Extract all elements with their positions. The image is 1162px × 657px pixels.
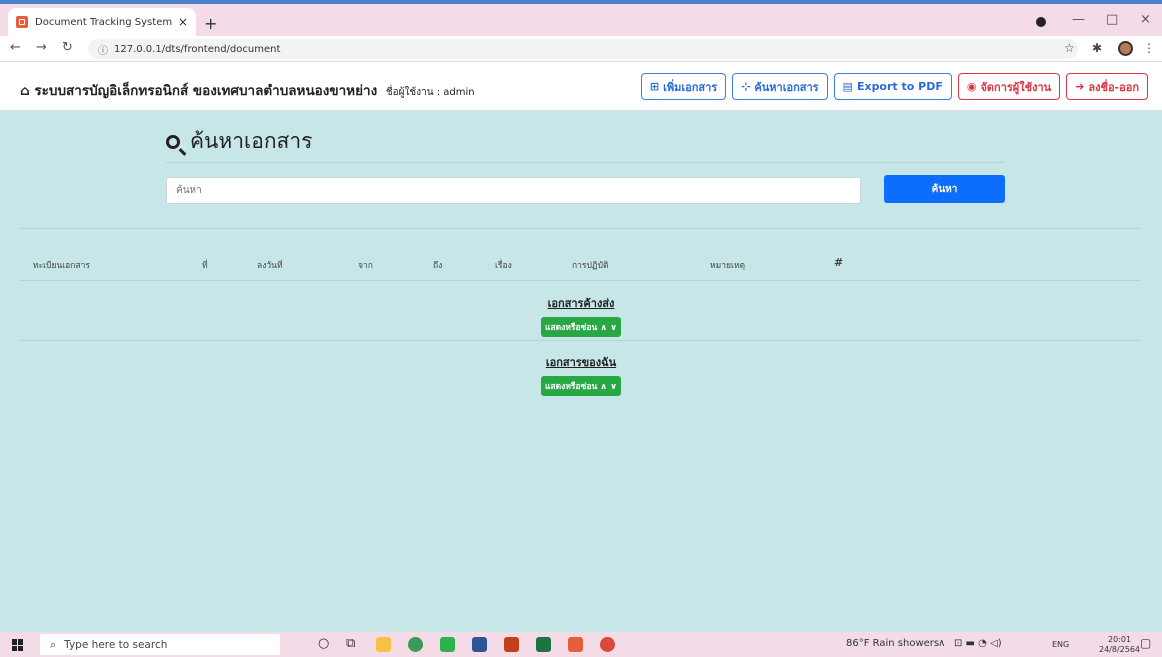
browser-tab[interactable]: Document Tracking System 1.0 × xyxy=(8,8,196,36)
browser-tab-strip: Document Tracking System 1.0 × + — □ × xyxy=(0,0,1162,36)
export-pdf-label: Export to PDF xyxy=(856,80,943,93)
add-document-button[interactable]: ⊞ เพิ่มเอกสาร xyxy=(640,73,727,100)
col-header-to: ถึง xyxy=(433,261,443,271)
sign-out-icon: ➜ xyxy=(1075,80,1085,93)
search-button[interactable]: ค้นหา xyxy=(884,175,1005,203)
divider xyxy=(166,162,1004,163)
divider xyxy=(20,228,1140,229)
notifications-icon[interactable]: ▢ xyxy=(1140,636,1151,650)
close-window-icon[interactable]: × xyxy=(1140,12,1151,27)
url-text: 127.0.0.1/dts/frontend/document xyxy=(114,43,281,55)
col-header-from: จาก xyxy=(358,261,373,271)
nav-button-group: ⊞ เพิ่มเอกสาร ⊹ ค้นหาเอกสาร ▤ Export to … xyxy=(640,73,1148,100)
export-pdf-button[interactable]: ▤ Export to PDF xyxy=(833,73,952,100)
my-documents-section: เอกสารของฉัน แสดงหรือซ่อน ∧ ∨ xyxy=(0,353,1162,396)
plus-square-icon: ⊞ xyxy=(649,80,660,93)
my-documents-title[interactable]: เอกสารของฉัน xyxy=(0,353,1162,371)
profile-avatar[interactable] xyxy=(1118,41,1133,56)
bookmark-star-icon[interactable]: ☆ xyxy=(1064,41,1075,55)
user-circle-icon: ◉ xyxy=(966,80,977,93)
chrome-icon[interactable] xyxy=(408,637,423,652)
pdf-file-icon: ▤ xyxy=(842,80,853,93)
table-header: ทะเบียนเอกสาร ที่ ลงวันที่ จาก ถึง เรื่อ… xyxy=(0,254,1162,274)
logout-label: ลงชื่อ-ออก xyxy=(1088,80,1139,94)
pending-documents-section: เอกสารค้างส่ง แสดงหรือซ่อน ∧ ∨ xyxy=(0,294,1162,337)
tab-title: Document Tracking System 1.0 xyxy=(35,16,172,28)
app-favicon-icon xyxy=(16,16,28,28)
tab-close-icon[interactable]: × xyxy=(178,15,188,29)
clock-time: 20:01 xyxy=(1107,635,1132,644)
address-bar-row: ← → ↻ ⓘ 127.0.0.1/dts/frontend/document … xyxy=(0,36,1162,62)
brand-title: ระบบสารบัญอิเล็กทรอนิกส์ ของเทศบาลตำบลหน… xyxy=(34,83,378,99)
user-label: ชื่อผู้ใช้งาน : admin xyxy=(385,87,475,98)
taskbar-search[interactable]: ⌕ Type here to search xyxy=(40,634,280,655)
forward-arrow-icon[interactable]: → xyxy=(36,40,47,55)
col-header-date: ลงวันที่ xyxy=(257,261,283,271)
language-indicator[interactable]: ENG xyxy=(1052,640,1069,649)
toggle-pending-button[interactable]: แสดงหรือซ่อน ∧ ∨ xyxy=(540,317,622,337)
tray-expand-icon[interactable]: ∧ xyxy=(938,638,945,649)
back-arrow-icon[interactable]: ← xyxy=(10,40,21,55)
divider xyxy=(20,280,1140,281)
restore-icon[interactable]: □ xyxy=(1106,12,1118,27)
page-title: ค้นหาเอกสาร xyxy=(166,125,312,158)
col-header-number: ที่ xyxy=(202,261,208,271)
excel-icon[interactable] xyxy=(536,637,551,652)
logout-button[interactable]: ➜ ลงชื่อ-ออก xyxy=(1066,73,1148,100)
app-brand[interactable]: ⌂ ระบบสารบัญอิเล็กทรอนิกส์ ของเทศบาลตำบล… xyxy=(20,79,475,101)
col-header-action: การปฏิบัติ xyxy=(572,261,609,271)
site-info-icon[interactable]: ⓘ xyxy=(98,42,108,57)
divider xyxy=(20,340,1140,341)
search-document-button[interactable]: ⊹ ค้นหาเอกสาร xyxy=(732,73,828,100)
pending-documents-title[interactable]: เอกสารค้างส่ง xyxy=(0,294,1162,312)
windows-taskbar: ⌕ Type here to search ○ ⧉ 86°F Rain show… xyxy=(0,632,1162,657)
record-indicator-icon xyxy=(1036,17,1046,27)
search-input[interactable] xyxy=(166,177,861,204)
minimize-icon[interactable]: — xyxy=(1072,12,1085,27)
new-tab-icon[interactable]: + xyxy=(204,14,217,33)
manage-users-button[interactable]: ◉ จัดการผู้ใช้งาน xyxy=(957,73,1061,100)
cortana-icon[interactable]: ○ xyxy=(318,636,329,651)
app-navbar: ⌂ ระบบสารบัญอิเล็กทรอนิกส์ ของเทศบาลตำบล… xyxy=(0,63,1162,111)
sitemap-icon: ⊹ xyxy=(741,80,751,93)
weather-text[interactable]: 86°F Rain showers xyxy=(846,638,939,649)
col-header-remark: หมายเหตุ xyxy=(710,261,745,271)
search-document-label: ค้นหาเอกสาร xyxy=(754,80,819,94)
extensions-puzzle-icon[interactable]: ✱ xyxy=(1092,41,1102,55)
taskbar-search-placeholder: Type here to search xyxy=(64,638,168,651)
add-document-label: เพิ่มเอกสาร xyxy=(663,80,718,94)
col-header-hash: # xyxy=(834,256,844,269)
file-explorer-icon[interactable] xyxy=(376,637,391,652)
windows-start-icon[interactable] xyxy=(12,639,24,651)
main-content: ค้นหาเอกสาร ค้นหา ทะเบียนเอกสาร ที่ ลงวั… xyxy=(0,111,1162,632)
page-title-text: ค้นหาเอกสาร xyxy=(190,129,313,153)
search-icon: ⌕ xyxy=(50,637,57,651)
manage-users-label: จัดการผู้ใช้งาน xyxy=(980,80,1052,94)
line-app-icon[interactable] xyxy=(440,637,455,652)
home-icon: ⌂ xyxy=(20,83,30,99)
toggle-my-documents-button[interactable]: แสดงหรือซ่อน ∧ ∨ xyxy=(540,376,622,396)
search-icon xyxy=(166,134,180,149)
url-field[interactable]: ⓘ 127.0.0.1/dts/frontend/document xyxy=(88,39,1078,59)
tray-status-icons[interactable]: ⊡ ▬ ◔ ◁) xyxy=(954,638,1002,649)
col-header-subject: เรื่อง xyxy=(495,261,512,271)
browser-menu-icon[interactable]: ⋮ xyxy=(1143,41,1155,55)
col-header-register: ทะเบียนเอกสาร xyxy=(33,261,90,271)
xampp-icon[interactable] xyxy=(568,637,583,652)
powerpoint-icon[interactable] xyxy=(504,637,519,652)
task-view-icon[interactable]: ⧉ xyxy=(346,636,355,651)
clock[interactable]: 20:01 24/8/2564 xyxy=(1099,635,1140,655)
clock-date: 24/8/2564 xyxy=(1099,645,1141,654)
chrome-profile-icon[interactable] xyxy=(600,637,615,652)
word-icon[interactable] xyxy=(472,637,487,652)
reload-icon[interactable]: ↻ xyxy=(62,40,73,55)
